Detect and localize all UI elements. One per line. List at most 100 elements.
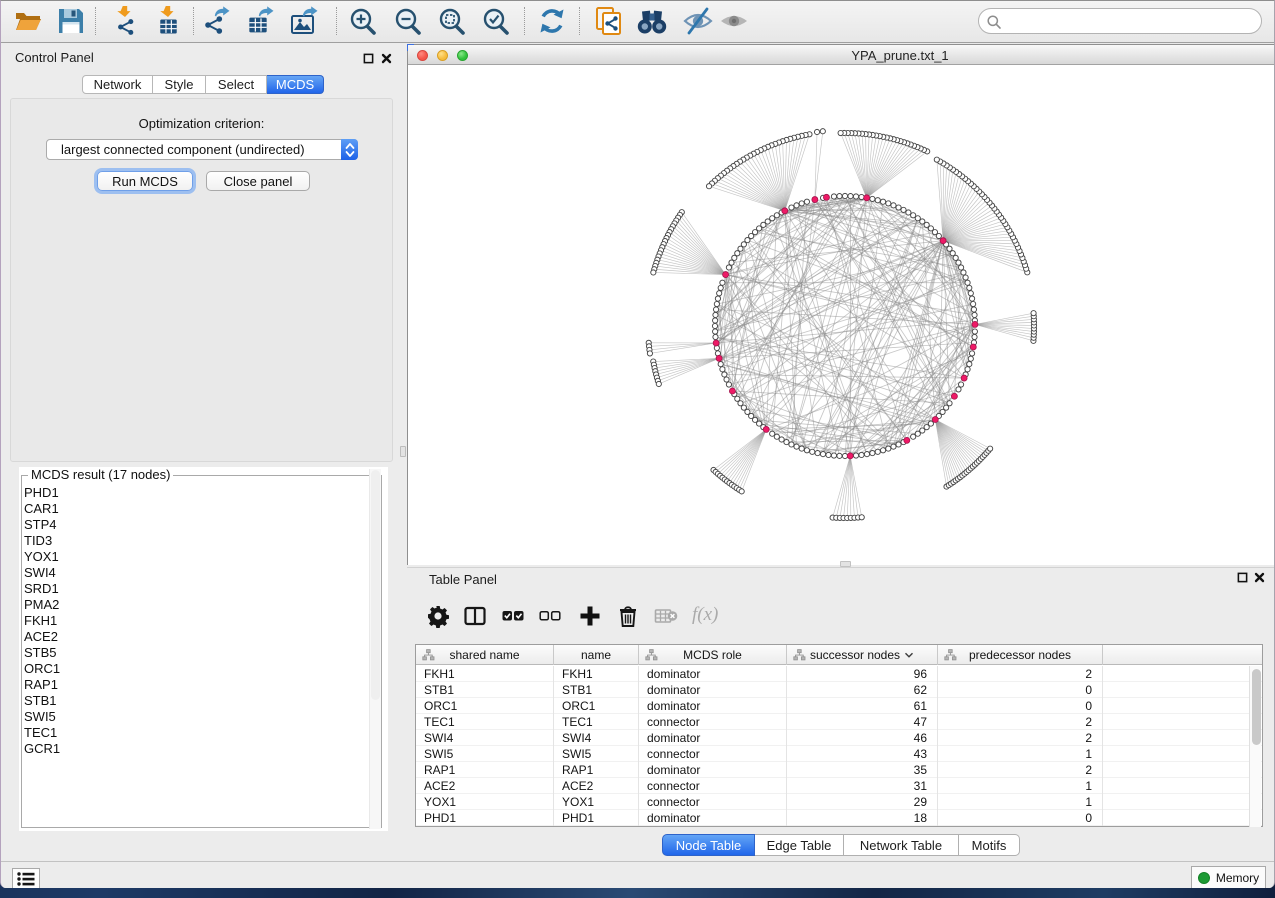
cell-successor-nodes[interactable]: 29	[787, 794, 938, 810]
table-delete-button[interactable]	[654, 604, 678, 628]
cell-name[interactable]: RAP1	[554, 762, 639, 778]
cell-shared-name[interactable]: YOX1	[416, 794, 554, 810]
refresh-network-button[interactable]	[537, 6, 567, 36]
cell-MCDS-role[interactable]: dominator	[639, 810, 787, 826]
mcds-node[interactable]	[812, 197, 818, 203]
column-header-successor-nodes[interactable]: successor nodes	[787, 645, 938, 665]
network-node[interactable]	[972, 312, 977, 317]
network-node[interactable]	[972, 329, 977, 334]
network-node[interactable]	[901, 207, 906, 212]
table-row[interactable]: FKH1FKH1dominator962	[416, 666, 1262, 682]
network-node[interactable]	[815, 450, 820, 455]
table-row[interactable]: SWI5SWI5connector431	[416, 746, 1262, 762]
leaf-node[interactable]	[859, 515, 864, 520]
close-panel-button[interactable]: Close panel	[206, 171, 310, 191]
export-image-button[interactable]	[291, 6, 321, 36]
network-node[interactable]	[965, 367, 970, 372]
network-node[interactable]	[718, 361, 723, 366]
network-node[interactable]	[947, 401, 952, 406]
divider-handle[interactable]	[400, 446, 406, 457]
network-node[interactable]	[799, 201, 804, 206]
network-node[interactable]	[870, 450, 875, 455]
cell-successor-nodes[interactable]: 35	[787, 762, 938, 778]
import-network-button[interactable]	[111, 6, 141, 36]
network-node[interactable]	[799, 446, 804, 451]
mcds-result-item[interactable]: TID3	[24, 533, 60, 549]
mcds-node[interactable]	[729, 388, 735, 394]
cell-successor-nodes[interactable]: 47	[787, 714, 938, 730]
mcds-result-item[interactable]: CAR1	[24, 501, 60, 517]
mcds-result-item[interactable]: GCR1	[24, 741, 60, 757]
cell-predecessor-nodes[interactable]: 0	[938, 810, 1103, 826]
window-close-icon[interactable]	[417, 50, 428, 61]
tab-network[interactable]: Network	[82, 75, 153, 94]
cell-successor-nodes[interactable]: 31	[787, 778, 938, 794]
network-node[interactable]	[789, 442, 794, 447]
network-node[interactable]	[906, 210, 911, 215]
mcds-result-item[interactable]: RAP1	[24, 677, 60, 693]
mcds-node[interactable]	[723, 272, 729, 278]
cell-name[interactable]: ACE2	[554, 778, 639, 794]
network-node[interactable]	[967, 285, 972, 290]
mcds-result-item[interactable]: ORC1	[24, 661, 60, 677]
network-node[interactable]	[969, 351, 974, 356]
network-node[interactable]	[853, 194, 858, 199]
leaf-node[interactable]	[820, 129, 825, 134]
network-node[interactable]	[842, 193, 847, 198]
table-row[interactable]: RAP1RAP1dominator352	[416, 762, 1262, 778]
cell-name[interactable]: TEC1	[554, 714, 639, 730]
mcds-result-item[interactable]: STB5	[24, 645, 60, 661]
tab-style[interactable]: Style	[153, 75, 206, 94]
table-row[interactable]: SWI4SWI4dominator462	[416, 730, 1262, 746]
tab-select[interactable]: Select	[206, 75, 267, 94]
cell-name[interactable]: FKH1	[554, 666, 639, 682]
network-node[interactable]	[886, 201, 891, 206]
cell-predecessor-nodes[interactable]: 2	[938, 714, 1103, 730]
network-node[interactable]	[956, 387, 961, 392]
network-node[interactable]	[713, 329, 718, 334]
mcds-result-item[interactable]: YOX1	[24, 549, 60, 565]
find-button[interactable]	[637, 6, 667, 36]
network-node[interactable]	[891, 203, 896, 208]
table-row[interactable]: TEC1TEC1connector472	[416, 714, 1262, 730]
column-header-MCDS-role[interactable]: MCDS role	[639, 645, 787, 665]
show-all-button[interactable]	[719, 6, 749, 36]
leaf-node[interactable]	[706, 184, 711, 189]
network-node[interactable]	[891, 444, 896, 449]
leaf-node[interactable]	[814, 129, 819, 134]
network-node[interactable]	[875, 449, 880, 454]
cell-MCDS-role[interactable]: dominator	[639, 666, 787, 682]
mcds-node[interactable]	[932, 417, 938, 423]
table-row[interactable]: PHD1PHD1dominator180	[416, 810, 1262, 826]
network-node[interactable]	[726, 382, 731, 387]
cell-predecessor-nodes[interactable]: 2	[938, 730, 1103, 746]
export-table-button[interactable]	[247, 6, 277, 36]
cell-shared-name[interactable]: ACE2	[416, 778, 554, 794]
table-scrollbar-thumb[interactable]	[1252, 669, 1261, 745]
cell-shared-name[interactable]: SWI5	[416, 746, 554, 762]
cell-successor-nodes[interactable]: 18	[787, 810, 938, 826]
network-node[interactable]	[837, 453, 842, 458]
cell-MCDS-role[interactable]: dominator	[639, 762, 787, 778]
network-node[interactable]	[789, 205, 794, 210]
control-panel-float-button[interactable]	[363, 51, 374, 69]
mcds-node[interactable]	[864, 195, 870, 201]
vertical-split-divider[interactable]	[393, 43, 407, 861]
cell-shared-name[interactable]: RAP1	[416, 762, 554, 778]
window-zoom-icon[interactable]	[457, 50, 468, 61]
network-node[interactable]	[968, 291, 973, 296]
network-node[interactable]	[911, 213, 916, 218]
network-node[interactable]	[880, 199, 885, 204]
table-row[interactable]: YOX1YOX1connector291	[416, 794, 1262, 810]
cell-MCDS-role[interactable]: connector	[639, 778, 787, 794]
memory-button[interactable]: Memory	[1191, 866, 1266, 888]
cell-MCDS-role[interactable]: connector	[639, 746, 787, 762]
save-session-button[interactable]	[56, 6, 86, 36]
leaf-node[interactable]	[1031, 311, 1036, 316]
network-node[interactable]	[961, 270, 966, 275]
zoom-fit-button[interactable]	[437, 6, 467, 36]
zoom-in-button[interactable]	[348, 6, 378, 36]
leaf-node[interactable]	[656, 381, 661, 386]
network-node[interactable]	[958, 382, 963, 387]
network-node[interactable]	[886, 446, 891, 451]
